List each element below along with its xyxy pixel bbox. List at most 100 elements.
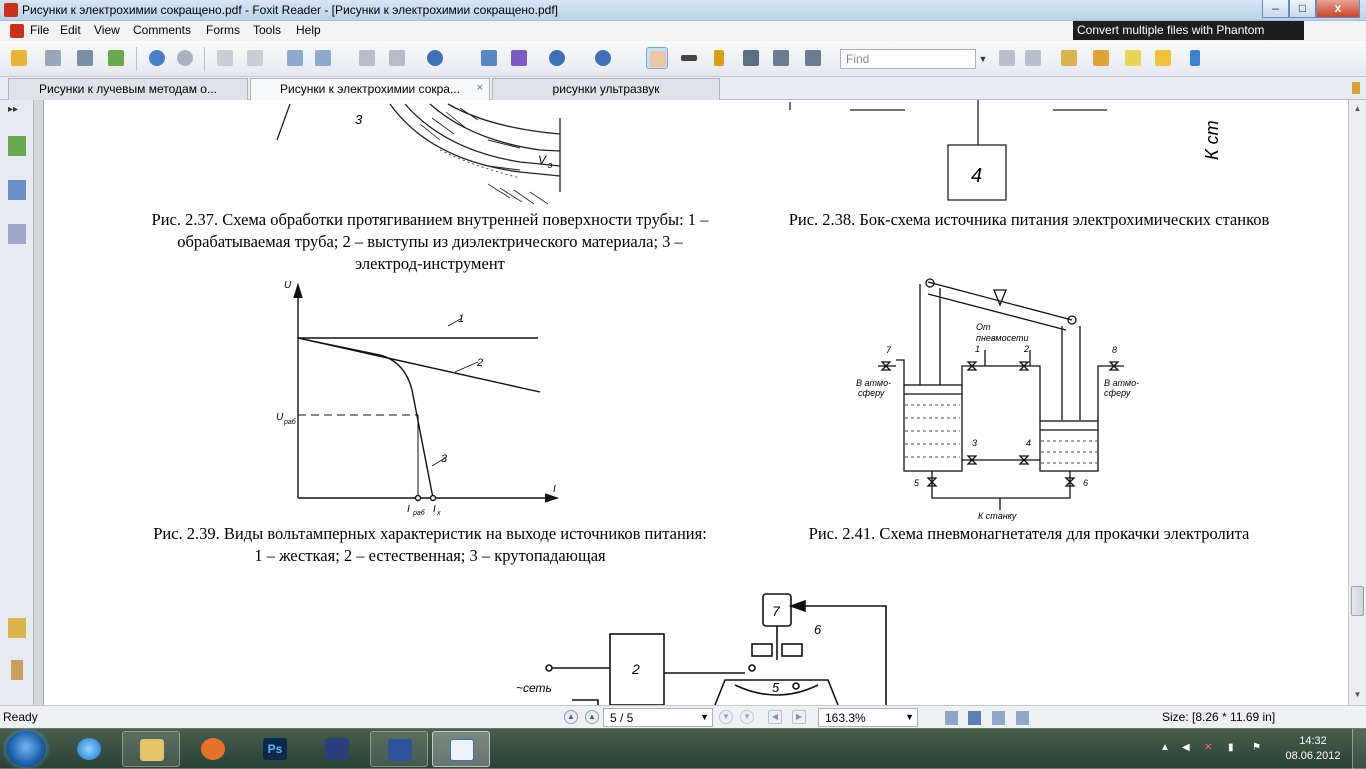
fit-page-icon[interactable] (478, 47, 500, 69)
find-binoculars-icon[interactable] (740, 47, 762, 69)
page-number-field[interactable]: 5 / 5 ▼ (603, 708, 713, 727)
snapshot-icon[interactable] (802, 47, 824, 69)
foxit-app-icon (4, 3, 18, 17)
expand-panel-icon[interactable]: ▸▸ (8, 104, 26, 124)
taskbar-floppy-button[interactable] (308, 731, 366, 767)
continuous-page-icon[interactable] (968, 711, 981, 725)
start-button[interactable] (6, 731, 46, 767)
menu-file[interactable]: File (30, 23, 49, 37)
find-next-icon[interactable] (1022, 47, 1044, 69)
clock-time: 14:32 (1299, 735, 1327, 747)
select-arrow-icon[interactable] (708, 47, 730, 69)
volume-icon[interactable]: ◀ (1182, 742, 1194, 754)
fit-width-icon[interactable] (508, 47, 530, 69)
scroll-down-icon[interactable]: ▼ (1351, 688, 1364, 702)
taskbar-explorer-button[interactable] (122, 731, 180, 767)
menu-view[interactable]: View (94, 23, 120, 37)
menu-forms[interactable]: Forms (206, 23, 240, 37)
menu-comments[interactable]: Comments (133, 23, 191, 37)
menu-tools[interactable]: Tools (253, 23, 281, 37)
scroll-up-icon[interactable]: ▲ (1351, 102, 1364, 116)
note-icon[interactable] (1058, 47, 1080, 69)
hand-tool-icon[interactable] (646, 47, 668, 69)
taskbar-word-button[interactable] (370, 731, 428, 767)
bookmarks-icon[interactable] (8, 136, 26, 156)
close-button[interactable]: x (1316, 0, 1360, 18)
scroll-thumb[interactable] (1351, 586, 1364, 616)
comments-panel-icon[interactable] (8, 618, 26, 638)
prev-page-nav-icon[interactable]: ▲ (585, 710, 599, 724)
back-icon[interactable] (214, 47, 236, 69)
arrow-tool-icon[interactable] (1184, 47, 1206, 69)
single-page-icon[interactable] (945, 711, 958, 725)
zoom-in-icon[interactable] (592, 47, 614, 69)
previous-view-icon[interactable]: ◀ (768, 710, 782, 724)
undo-icon[interactable] (356, 47, 378, 69)
page-dropdown-icon[interactable]: ▼ (700, 712, 709, 722)
zoom-out-icon[interactable] (546, 47, 568, 69)
tab-close-icon[interactable]: × (477, 82, 483, 94)
typewriter-icon[interactable] (770, 47, 792, 69)
fig-2-41-num-2: 2 (1023, 344, 1029, 354)
pencil-icon[interactable] (1090, 47, 1112, 69)
fig-2-39-i-x: I (433, 504, 436, 515)
taskbar-foxit-button[interactable] (432, 731, 490, 767)
attachments-icon[interactable] (11, 660, 23, 680)
print-icon[interactable] (74, 47, 96, 69)
tab-scroll-icon[interactable] (1352, 82, 1360, 94)
show-desktop-button[interactable] (1352, 729, 1366, 769)
caption-fig-2-41: Рис. 2.41. Схема пневмонагнетателя для п… (808, 524, 1250, 543)
convert-icon[interactable] (284, 47, 306, 69)
next-view-icon[interactable]: ▶ (792, 710, 806, 724)
zoom-tool-icon[interactable] (424, 47, 446, 69)
first-page-icon[interactable] (146, 47, 168, 69)
next-page-nav-icon[interactable]: ▼ (719, 710, 733, 724)
system-clock[interactable]: 14:32 08.06.2012 (1278, 734, 1348, 764)
continuous-facing-icon[interactable] (1016, 711, 1029, 725)
first-page-nav-icon[interactable]: ▲ (564, 710, 578, 724)
tab-luchevye[interactable]: Рисунки к лучевым методам о... (8, 78, 248, 100)
save-icon[interactable] (42, 47, 64, 69)
panel-splitter[interactable] (34, 100, 44, 705)
redo-icon[interactable] (386, 47, 408, 69)
maximize-button[interactable]: □ (1289, 0, 1316, 18)
power-icon[interactable]: ▮ (1228, 742, 1240, 754)
facing-page-icon[interactable] (992, 711, 1005, 725)
textbox-icon[interactable] (1122, 47, 1144, 69)
layers-icon[interactable] (8, 224, 26, 244)
doc-menu-icon[interactable] (10, 24, 24, 38)
document-viewer[interactable]: 3 V э 4 К ст U I U раб I раб I х 1 2 3 О… (44, 100, 1348, 705)
foxit-reader-icon (450, 739, 474, 761)
flag-icon[interactable]: ⚑ (1252, 742, 1264, 754)
phantom-ad-banner[interactable]: Convert multiple files with Phantom (1073, 21, 1304, 40)
tab-electrochemistry[interactable]: Рисунки к электрохимии сокра... × (250, 78, 490, 100)
find-dropdown-icon[interactable]: ▼ (977, 49, 989, 69)
callout-icon[interactable] (1152, 47, 1174, 69)
taskbar-photoshop-button[interactable]: Ps (246, 731, 304, 767)
text-select-icon[interactable] (678, 47, 700, 69)
last-page-nav-icon[interactable]: ▼ (740, 710, 754, 724)
tray-expand-icon[interactable]: ▲ (1160, 742, 1172, 754)
vertical-scrollbar[interactable]: ▲ ▼ (1348, 100, 1366, 705)
forward-icon[interactable] (244, 47, 266, 69)
caption-fig-2-39: Рис. 2.39. Виды вольтамперных характерис… (153, 524, 707, 565)
bottom-figure-label-2: 2 (631, 661, 640, 677)
pages-icon[interactable] (8, 180, 26, 200)
network-alert-icon[interactable]: ✕ (1204, 742, 1216, 754)
previous-page-icon[interactable] (174, 47, 196, 69)
menu-edit[interactable]: Edit (60, 23, 81, 37)
tab-ultrasound[interactable]: рисунки ультразвук (492, 78, 720, 100)
find-input[interactable]: Find (840, 49, 976, 69)
fig-2-41-label-k-stanku: К станку (978, 511, 1017, 521)
zoom-dropdown-icon[interactable]: ▼ (905, 712, 914, 722)
title-bar[interactable]: Рисунки к электрохимии сокращено.pdf - F… (0, 0, 1366, 21)
menu-help[interactable]: Help (296, 23, 321, 37)
taskbar-media-button[interactable] (184, 731, 242, 767)
taskbar-ie-button[interactable] (60, 731, 118, 767)
minimize-button[interactable]: – (1262, 0, 1289, 18)
open-icon[interactable] (8, 47, 30, 69)
email-icon[interactable] (105, 47, 127, 69)
zoom-field[interactable]: 163.3% ▼ (818, 708, 918, 727)
extract-icon[interactable] (312, 47, 334, 69)
find-previous-icon[interactable] (996, 47, 1018, 69)
